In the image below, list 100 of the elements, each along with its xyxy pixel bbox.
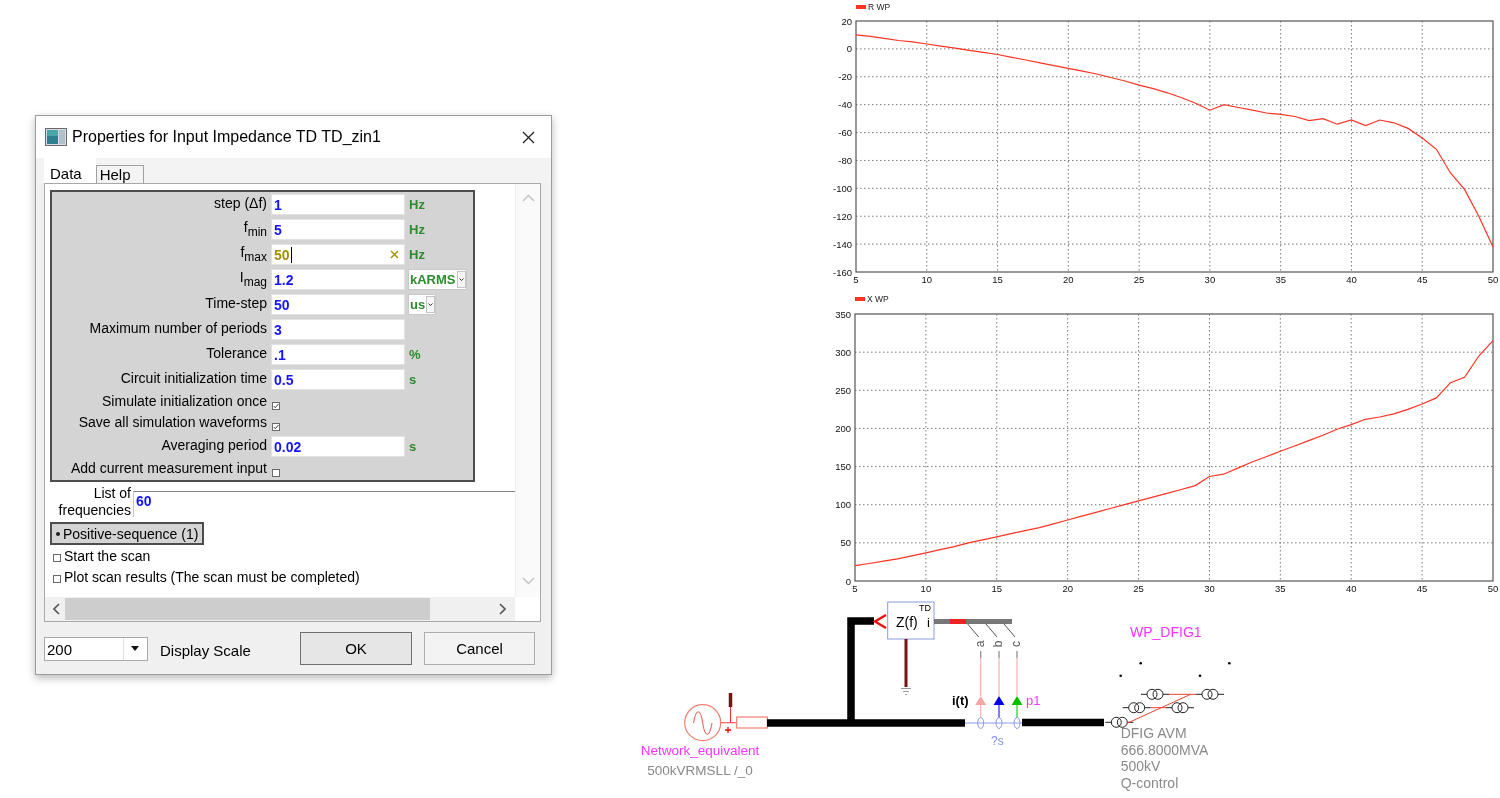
scrollbar-thumb[interactable] (65, 598, 430, 620)
chevron-right-icon[interactable] (499, 603, 506, 615)
app-icon (45, 128, 67, 146)
phase-label: a (972, 640, 987, 648)
tab[interactable]: Data (44, 158, 96, 183)
component-parameter: 666.8000MVA (1120, 741, 1209, 758)
clear-icon[interactable] (390, 250, 399, 259)
axis-tick-label: 15 (991, 583, 1003, 594)
unit-dropdown[interactable]: kARMS (408, 269, 467, 290)
input-field[interactable]: .1 (271, 344, 405, 365)
field-label: Time-step (204, 295, 268, 313)
input-field[interactable]: 0.02 (271, 436, 405, 457)
axis-tick-label: -160 (833, 266, 852, 278)
axis-tick-label: 5 (852, 583, 858, 594)
input-field[interactable]: 3 (271, 319, 405, 340)
display-scale-combobox[interactable]: 200 (44, 637, 148, 661)
sequence-option[interactable]: Positive-sequence (1) (50, 522, 205, 545)
field-label: Circuit initialization time (119, 370, 268, 388)
signal-label: p1 (1026, 693, 1041, 708)
axis-tick-label: 10 (921, 274, 933, 285)
axis-tick-label: 50 (1487, 274, 1499, 285)
frequency-list-field[interactable]: 60 (133, 491, 515, 517)
legend-label: X WP (867, 294, 889, 304)
unit-dropdown[interactable]: us (408, 294, 437, 315)
axis-tick-label: 350 (835, 308, 851, 320)
tab[interactable]: Help (95, 165, 144, 183)
horizontal-scrollbar[interactable] (45, 597, 515, 621)
signal-label: i(t) (952, 693, 969, 708)
axis-tick-label: 50 (840, 537, 851, 549)
component-parameter: 500kV (1120, 758, 1161, 775)
axis-tick-label: 25 (1133, 583, 1144, 594)
close-icon[interactable] (521, 130, 535, 144)
axis-tick-label: -40 (838, 99, 852, 111)
axis-tick-label: 20 (1063, 274, 1074, 285)
axis-tick-label: -140 (833, 238, 852, 250)
probe-label: ?s (991, 734, 1004, 748)
unit-label: Hz (409, 222, 425, 237)
checkbox[interactable] (272, 401, 280, 410)
arrowhead-icon (872, 613, 887, 630)
checkbox[interactable] (272, 468, 280, 477)
axis-tick-label: 45 (1416, 274, 1428, 285)
field-label: step (Δf) (213, 195, 268, 213)
axis-tick-label: 45 (1416, 583, 1428, 594)
axis-tick-label: 30 (1204, 274, 1216, 285)
unit-label: Hz (409, 197, 425, 212)
field-label: Averaging period (160, 437, 268, 455)
ok-button[interactable]: OK (300, 631, 412, 665)
field-label: Display Scale (160, 641, 251, 659)
field-label: Tolerance (205, 345, 268, 363)
axis-tick-label: -100 (833, 182, 852, 194)
axis-tick-label: 30 (1204, 583, 1215, 594)
axis-tick-label: 50 (1487, 583, 1499, 594)
axis-tick-label: 10 (920, 583, 932, 594)
component-name: Network_equivalent (640, 743, 760, 758)
axis-tick-label: 100 (835, 499, 851, 511)
radio-dot-icon[interactable] (55, 530, 61, 537)
axis-tick-label: -20 (838, 71, 852, 83)
axis-tick-label: 15 (992, 274, 1003, 285)
legend-label: R WP (868, 2, 891, 12)
resistor-symbol (736, 716, 768, 729)
unit-label: % (409, 347, 421, 362)
axis-tick-label: 5 (853, 274, 859, 285)
input-field[interactable]: 0.5 (271, 369, 405, 390)
block-symbol-label: Z(f) (896, 614, 918, 630)
axis-tick-label: 40 (1346, 274, 1357, 285)
axis-tick-label: 200 (835, 422, 851, 434)
checkbox-label: Add current measurement input (69, 460, 268, 478)
input-field[interactable]: 1 (271, 194, 405, 215)
axis-tick-label: 0 (845, 575, 851, 587)
input-field[interactable]: 1.2 (271, 269, 405, 290)
field-label: List of frequencies (57, 485, 131, 519)
block-tag-label: TD (919, 603, 931, 613)
unit-label: s (409, 439, 417, 454)
axis-tick-label: 150 (835, 461, 851, 473)
axis-tick-label: -60 (838, 127, 852, 139)
checkbox-label: Plot scan results (The scan must be completed) (64, 568, 360, 585)
field-label: I$_{mag}$ (238, 269, 268, 290)
input-field[interactable]: 5 (271, 219, 405, 240)
checkbox-label: Start the scan (64, 547, 151, 564)
axis-tick-label: 0 (846, 43, 852, 55)
checkbox[interactable] (272, 422, 280, 431)
field-label: f$_{max}$ (239, 244, 268, 265)
chevron-left-icon[interactable] (53, 603, 60, 615)
unit-label: s (409, 372, 417, 387)
input-field[interactable]: 50 (271, 294, 405, 315)
checkbox-label: Simulate initialization once (101, 393, 268, 411)
checkbox[interactable] (53, 553, 61, 562)
impedance-block (887, 601, 935, 640)
axis-tick-label: 35 (1275, 583, 1286, 594)
checkbox-label: Save all simulation waveforms (77, 414, 268, 432)
component-parameter: Q-control (1120, 775, 1179, 792)
window-title: Properties for Input Impedance TD TD_zin1 (72, 128, 381, 146)
checkbox[interactable] (53, 574, 61, 583)
field-label: f$_{min}$ (242, 219, 268, 240)
component-parameter: DFIG AVM (1120, 725, 1187, 741)
cancel-button[interactable]: Cancel (424, 631, 535, 665)
unit-label: Hz (409, 247, 425, 262)
axis-tick-label: 250 (835, 384, 851, 396)
axis-tick-label: 40 (1345, 583, 1357, 594)
axis-tick-label: 20 (841, 15, 852, 27)
